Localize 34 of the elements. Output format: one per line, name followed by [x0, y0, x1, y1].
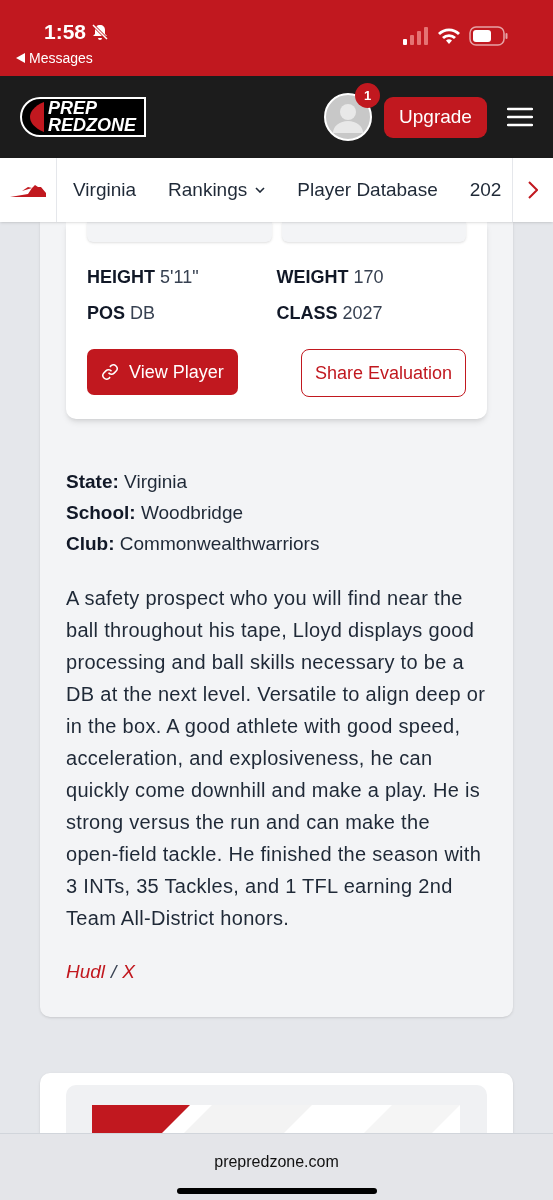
battery-icon [469, 26, 509, 46]
chevron-right-icon[interactable] [528, 181, 538, 199]
logo-line: PREP [48, 100, 99, 117]
wifi-icon [437, 27, 461, 45]
stat-text: POS DB [87, 302, 157, 325]
stat-text: WEIGHT 170 [276, 266, 385, 289]
back-triangle-icon [16, 53, 25, 63]
muted-bell-icon [90, 21, 111, 42]
logo-line: REDZONE [48, 117, 136, 134]
nav-link[interactable]: Player Database [297, 175, 438, 205]
upgrade-button[interactable]: Upgrade [384, 96, 487, 138]
nav-link[interactable]: Rankings [168, 175, 266, 205]
notification-badge: 1 [355, 83, 380, 108]
menu-icon[interactable] [507, 107, 533, 127]
detail-text: Club: Commonwealthwarriors [66, 532, 321, 556]
evaluation-paragraph: A safety prospect who you will find near the ball throughout his tape, Lloyd displays good processing and ball skills necessary to be a DB at the next level. Versatile to align deep or in the box. A good athlete with good speed, acceleration, and explosiveness, he can quickly come downhill and make a play. He is strong versus the run and can make the open-field tackle. He finished the season with 3 INTs, 35 Tackles, and 1 TFL earning 2nd Team All-District honors. [66, 586, 487, 931]
back-to-app-link[interactable]: Messages [16, 47, 111, 69]
nav-link[interactable]: 202 [469, 175, 502, 205]
view-player-button[interactable]: View Player [87, 349, 238, 395]
site-logo[interactable]: PREP REDZONE [20, 97, 146, 137]
clock-time: 1:58 [44, 19, 87, 45]
detail-text: State: Virginia [66, 470, 189, 494]
signal-icon [403, 27, 429, 45]
stat-text: HEIGHT 5'11" [87, 266, 200, 289]
nav-link[interactable]: Virginia [73, 175, 137, 205]
url-text[interactable]: prepredzone.com [214, 1150, 339, 1174]
detail-text: School: Woodbridge [66, 501, 245, 525]
link-separator: / [111, 960, 117, 984]
x-link[interactable]: X [122, 958, 136, 987]
link-icon [101, 363, 119, 381]
chevron-down-icon [255, 187, 266, 193]
stat-text: CLASS 2027 [276, 302, 384, 325]
hudl-link[interactable]: Hudl [66, 958, 106, 987]
share-evaluation-button[interactable]: Share Evaluation [300, 349, 466, 397]
